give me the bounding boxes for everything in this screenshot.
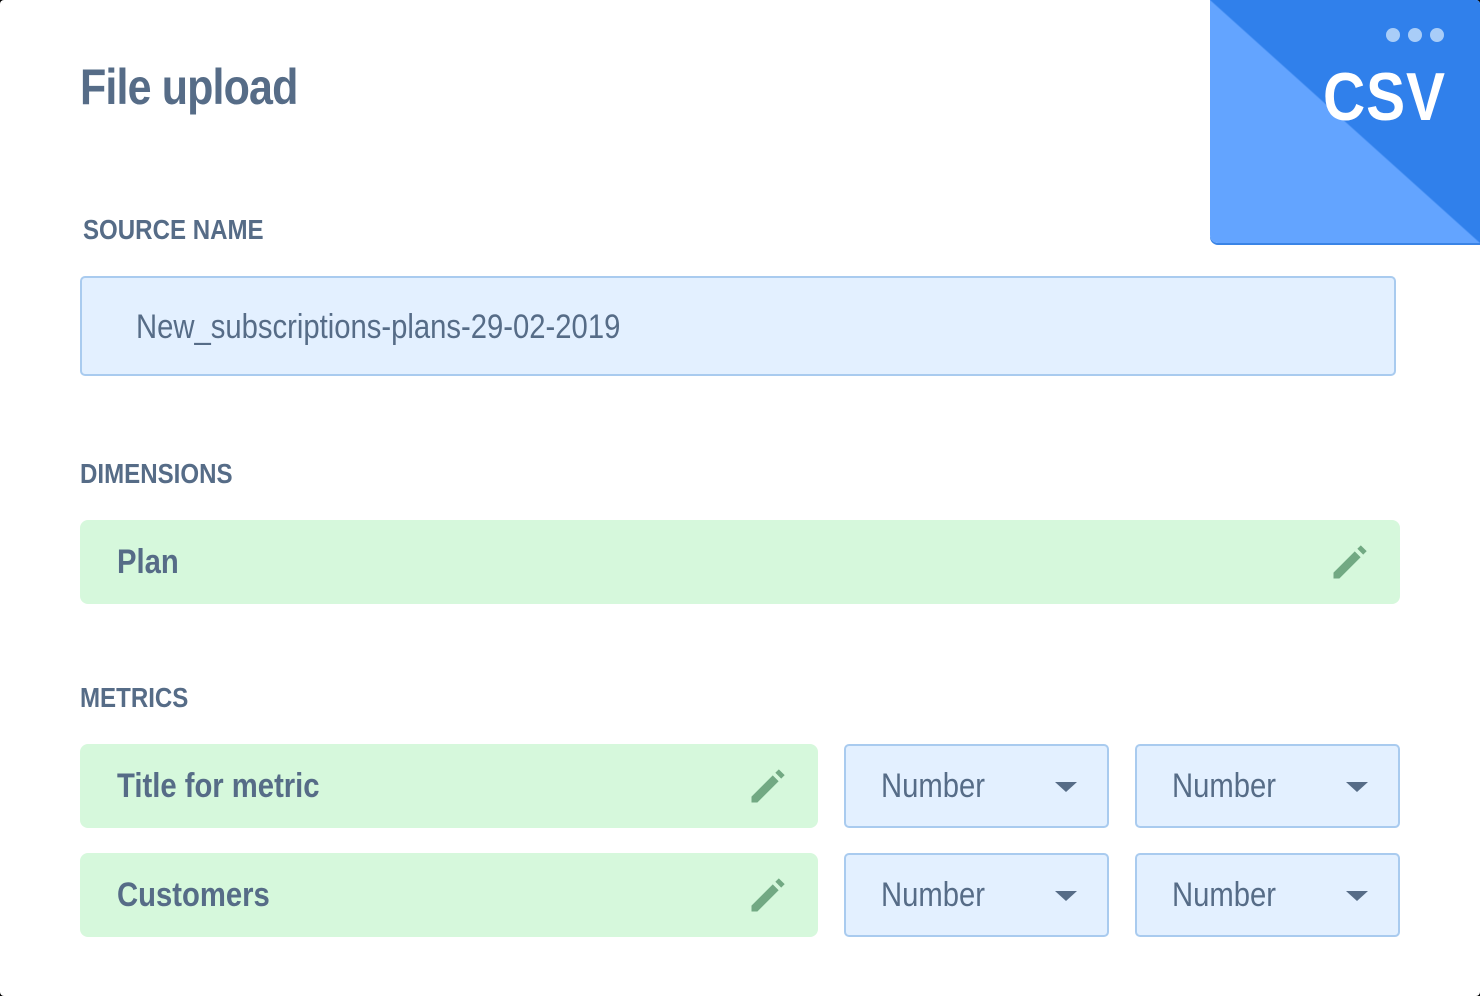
source-name-value: New_subscriptions-plans-29-02-2019: [136, 308, 621, 346]
metric-type-select[interactable]: Number: [844, 853, 1109, 937]
metric-name: Customers: [117, 876, 270, 914]
csv-file-badge: CSV: [1210, 0, 1480, 243]
file-upload-card: File upload CSV SOURCE NAME New_subscrip…: [0, 0, 1480, 996]
dimensions-label: DIMENSIONS: [80, 458, 233, 489]
chevron-down-icon: [1346, 782, 1368, 792]
metric-name: Title for metric: [117, 767, 320, 805]
metric-type-select[interactable]: Number: [844, 744, 1109, 828]
dot: [1408, 28, 1422, 42]
chevron-down-icon: [1055, 891, 1077, 901]
pencil-icon[interactable]: [1328, 540, 1372, 584]
dot: [1386, 28, 1400, 42]
pencil-icon[interactable]: [746, 873, 790, 917]
chevron-down-icon: [1346, 891, 1368, 901]
pencil-icon[interactable]: [746, 764, 790, 808]
dimension-field-plan[interactable]: Plan: [80, 520, 1400, 604]
page-title: File upload: [80, 59, 298, 115]
metric-format-select[interactable]: Number: [1135, 853, 1400, 937]
dimension-name: Plan: [117, 543, 179, 581]
csv-file-type-label: CSV: [1323, 59, 1446, 135]
metric-format-select[interactable]: Number: [1135, 744, 1400, 828]
source-name-input[interactable]: New_subscriptions-plans-29-02-2019: [80, 276, 1396, 376]
select-value: Number: [881, 876, 986, 914]
select-value: Number: [881, 767, 986, 805]
metric-field[interactable]: Customers: [80, 853, 818, 937]
metrics-label: METRICS: [80, 682, 189, 713]
chevron-down-icon: [1055, 782, 1077, 792]
select-value: Number: [1172, 876, 1277, 914]
metric-field[interactable]: Title for metric: [80, 744, 818, 828]
source-name-label: SOURCE NAME: [83, 214, 264, 245]
select-value: Number: [1172, 767, 1277, 805]
more-horizontal-icon[interactable]: [1386, 28, 1444, 42]
dot: [1430, 28, 1444, 42]
